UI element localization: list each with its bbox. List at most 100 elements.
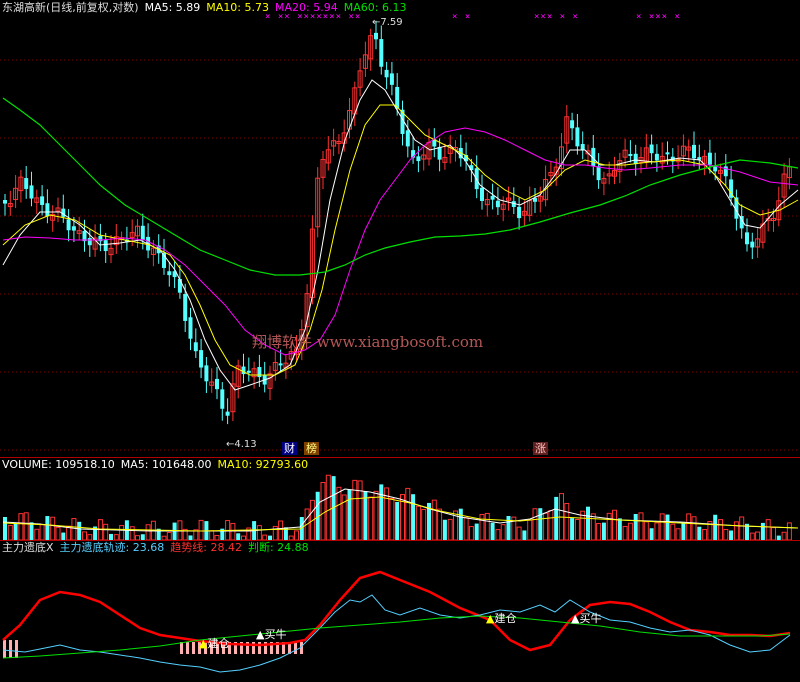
candle-body-down (389, 73, 394, 85)
candle-body-down (750, 241, 755, 248)
volume-bar-down (681, 521, 686, 540)
x-marks-3: ××× × × (534, 12, 579, 22)
volume-bar-up (18, 513, 24, 540)
candle-body-down (225, 411, 230, 416)
volume-bar-up (500, 524, 506, 540)
volume-bar-up (7, 524, 13, 540)
track-line (2, 594, 791, 673)
volume-bar-down (729, 530, 734, 540)
candle-body-down (575, 127, 580, 147)
volume-bar-up (749, 532, 755, 540)
signal-buy-2: ▲买牛 (571, 612, 602, 625)
volume-value: VOLUME: 109518.10 (2, 458, 115, 471)
candle-body-down (745, 232, 749, 245)
candle-body-down (437, 146, 442, 160)
volume-bar-up (368, 496, 374, 540)
candle-body-down (570, 120, 575, 129)
candle-body-down (278, 363, 283, 366)
volume-bar-up (294, 530, 299, 540)
candle-body-down (87, 238, 92, 246)
volume-bar-up (405, 487, 411, 540)
candle-body-down (480, 187, 484, 201)
volume-bar-up (606, 512, 612, 540)
volume-bar-up (373, 490, 379, 540)
candle-body-down (246, 370, 251, 373)
volume-bar-up (198, 519, 204, 540)
volume-bar-up (447, 518, 453, 540)
candle-body-down (167, 271, 172, 276)
volume-bar-down (697, 526, 702, 540)
candle-body-down (495, 200, 500, 208)
candle-body-down (379, 39, 384, 67)
volume-bar-down (633, 514, 638, 540)
volume-bar-up (781, 531, 787, 540)
candle-body-down (71, 226, 76, 231)
candle-body-down (374, 32, 378, 40)
indicator-chart[interactable] (0, 540, 800, 682)
candlestick-chart[interactable] (0, 0, 800, 457)
volume-bar-up (723, 528, 729, 540)
volume-chart-panel[interactable]: VOLUME: 109518.10 MA5: 101648.00 MA10: 927… (0, 457, 800, 540)
volume-bar-down (649, 528, 654, 540)
volume-bar-up (82, 531, 87, 540)
volume-bar-up (34, 528, 40, 540)
candle-body-down (220, 389, 225, 409)
x-marks-1: × ×× ××××××× ×× (265, 12, 362, 22)
volume-bar-down (617, 518, 622, 540)
volume-bar-up (119, 525, 125, 540)
high-price-label: ←7.59 (372, 17, 403, 28)
signal-build-1: ▲建仓 (199, 637, 230, 650)
indicator-chart-panel[interactable]: 主力遗底X 主力遗底轨迹: 23.68 趋势线: 28.42 判断: 24.88 ▲建… (0, 540, 800, 682)
volume-bar-up (145, 524, 151, 540)
x-marks-2: × × (452, 12, 472, 22)
tag-bang[interactable]: 榜 (304, 442, 319, 455)
volume-bar-down (586, 506, 590, 540)
volume-bar-up (352, 479, 358, 540)
watermark-text: 翔博软件 www.xiangbosoft.com (252, 333, 484, 351)
indicator-legend: 主力遗底X 主力遗底轨迹: 23.68 趋势线: 28.42 判断: 24.88 (2, 541, 315, 554)
volume-bar-up (55, 526, 61, 540)
low-price-label: ←4.13 (226, 439, 257, 450)
volume-bar-down (45, 516, 50, 540)
volume-bar-up (336, 486, 342, 540)
volume-bar-down (236, 533, 241, 540)
candle-body-down (416, 156, 421, 162)
volume-bar-up (564, 502, 570, 540)
volume-bar-up (527, 519, 533, 540)
volume-bar-up (415, 505, 421, 540)
volume-bar-up (532, 508, 538, 540)
tag-cai[interactable]: 财 (282, 442, 297, 455)
volume-bar-up (638, 512, 644, 540)
volume-bar-down (458, 508, 463, 540)
candle-body-down (3, 200, 7, 204)
volume-bar-up (421, 508, 427, 540)
histogram-bar (186, 642, 189, 654)
volume-bar-up (230, 522, 236, 540)
volume-bar-down (760, 522, 765, 540)
candle-body-down (628, 153, 633, 156)
volume-bar-up (129, 526, 135, 540)
volume-bar-down (506, 516, 511, 540)
candle-body-down (490, 195, 495, 200)
tag-zhang[interactable]: 涨 (533, 442, 548, 455)
volume-bar-down (13, 522, 18, 540)
stock-title: 东湖高新(日线,前复权,对数) (2, 1, 139, 14)
judge-value: 判断: 24.88 (247, 541, 309, 554)
volume-bar-up (622, 525, 628, 540)
candle-body-down (517, 206, 522, 219)
volume-ma5-value: MA5: 101648.00 (120, 458, 212, 471)
volume-bar-down (538, 508, 543, 540)
signal-buy-1: ▲买牛 (256, 628, 287, 641)
volume-bar-up (71, 518, 77, 540)
volume-bar-up (463, 517, 469, 540)
candle-body-down (215, 378, 219, 390)
volume-bar-down (77, 521, 82, 540)
trend-value: 趋势线: 28.42 (170, 541, 242, 554)
price-chart-panel[interactable]: 东湖高新(日线,前复权,对数) MA5: 5.89 MA10: 5.73 MA20: … (0, 0, 800, 457)
volume-bar-up (691, 516, 697, 540)
histogram-bar (180, 642, 183, 654)
volume-bar-up (596, 523, 602, 540)
volume-ma10-value: MA10: 92793.60 (217, 458, 309, 471)
volume-bar-down (474, 523, 479, 540)
volume-bar-down (395, 501, 400, 540)
